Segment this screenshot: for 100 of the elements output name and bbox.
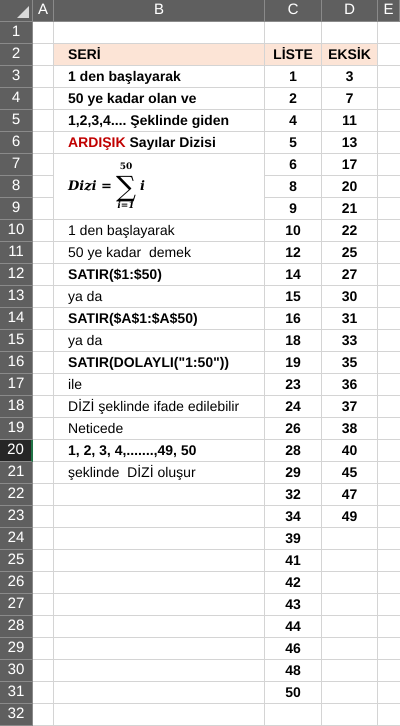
row-header[interactable]: 15	[0, 330, 33, 352]
row-header[interactable]: 14	[0, 308, 33, 330]
header-cell: LİSTE	[265, 44, 322, 66]
table-cell: 2	[265, 88, 322, 110]
row-header[interactable]: 19	[0, 418, 33, 440]
table-cell: 11	[322, 110, 378, 132]
table-cell: 5	[265, 132, 322, 154]
table-cell: 1,2,3,4.... Şeklinde giden	[54, 110, 265, 132]
row-header[interactable]: 31	[0, 682, 33, 704]
table-cell: 7	[322, 88, 378, 110]
table-cell: SATIR($1:$50)	[54, 264, 265, 286]
table-cell: 12	[265, 242, 322, 264]
row-header[interactable]: 22	[0, 484, 33, 506]
table-cell: DİZİ şeklinde ifade edilebilir	[54, 396, 265, 418]
table-cell: 13	[322, 132, 378, 154]
table-cell: 50 ye kadar demek	[54, 242, 265, 264]
column-header[interactable]: E	[378, 0, 400, 22]
table-cell: 28	[265, 440, 322, 462]
row-header[interactable]: 17	[0, 374, 33, 396]
row-header[interactable]: 27	[0, 594, 33, 616]
table-cell: 33	[322, 330, 378, 352]
table-cell: 37	[322, 396, 378, 418]
table-cell: ya da	[54, 286, 265, 308]
table-cell: 18	[265, 330, 322, 352]
select-all-corner[interactable]	[0, 0, 33, 22]
row-header[interactable]: 25	[0, 550, 33, 572]
row-header[interactable]: 30	[0, 660, 33, 682]
row-header[interactable]: 29	[0, 638, 33, 660]
column-header[interactable]: D	[322, 0, 378, 22]
table-cell: 1 den başlayarak	[54, 66, 265, 88]
row-header[interactable]: 10	[0, 220, 33, 242]
row-header[interactable]: 8	[0, 176, 33, 198]
row-header[interactable]: 5	[0, 110, 33, 132]
table-cell: 22	[322, 220, 378, 242]
table-cell: 38	[322, 418, 378, 440]
corner-triangle-icon	[17, 6, 29, 18]
row-header[interactable]: 4	[0, 88, 33, 110]
table-cell: 30	[322, 286, 378, 308]
table-cell: 17	[322, 154, 378, 176]
row-header[interactable]: 13	[0, 286, 33, 308]
table-cell: 10	[265, 220, 322, 242]
table-cell: 45	[322, 462, 378, 484]
row-header[interactable]: 32	[0, 704, 33, 726]
row-header[interactable]: 2	[0, 44, 33, 66]
table-cell: 20	[322, 176, 378, 198]
table-cell: şeklinde DİZİ oluşur	[54, 462, 265, 484]
header-cell: SERİ	[54, 44, 265, 66]
table-cell: 50	[265, 682, 322, 704]
table-cell: 35	[322, 352, 378, 374]
table-cell: 3	[322, 66, 378, 88]
table-cell: 48	[265, 660, 322, 682]
row-header[interactable]: 26	[0, 572, 33, 594]
table-cell: Neticede	[54, 418, 265, 440]
row-header[interactable]: 28	[0, 616, 33, 638]
table-cell: 1, 2, 3, 4,.......,49, 50	[54, 440, 265, 462]
table-cell: 1	[265, 66, 322, 88]
table-cell: 43	[265, 594, 322, 616]
row-header[interactable]: 3	[0, 66, 33, 88]
table-cell: 44	[265, 616, 322, 638]
header-cell: EKSİK	[322, 44, 378, 66]
table-cell: 24	[265, 396, 322, 418]
table-cell: 16	[265, 308, 322, 330]
row-header[interactable]: 11	[0, 242, 33, 264]
row-header[interactable]: 7	[0, 154, 33, 176]
row-header[interactable]: 1	[0, 22, 33, 44]
table-cell: 27	[322, 264, 378, 286]
table-cell: 14	[265, 264, 322, 286]
table-cell: 6	[265, 154, 322, 176]
table-cell: 9	[265, 198, 322, 220]
table-cell: 34	[265, 506, 322, 528]
row-header[interactable]: 9	[0, 198, 33, 220]
table-cell: 8	[265, 176, 322, 198]
table-cell: 49	[322, 506, 378, 528]
column-header[interactable]: C	[265, 0, 322, 22]
column-header[interactable]: B	[54, 0, 265, 22]
table-cell: 41	[265, 550, 322, 572]
table-cell: 4	[265, 110, 322, 132]
table-cell: 32	[265, 484, 322, 506]
sum-formula: Dizi = 50 ∑ i=1 i	[54, 154, 265, 220]
table-cell: 47	[322, 484, 378, 506]
table-cell: 25	[322, 242, 378, 264]
row-header[interactable]: 23	[0, 506, 33, 528]
table-cell: 21	[322, 198, 378, 220]
row-header[interactable]: 12	[0, 264, 33, 286]
row-header[interactable]: 6	[0, 132, 33, 154]
column-header[interactable]: A	[33, 0, 54, 22]
table-cell: 46	[265, 638, 322, 660]
table-cell: SATIR(DOLAYLI("1:50"))	[54, 352, 265, 374]
table-cell: 23	[265, 374, 322, 396]
table-cell: ARDIŞIK Sayılar Dizisi	[54, 132, 265, 154]
row-header[interactable]: 16	[0, 352, 33, 374]
row-header[interactable]: 20	[0, 440, 33, 462]
table-cell: SATIR($A$1:$A$50)	[54, 308, 265, 330]
table-cell: 36	[322, 374, 378, 396]
row-header[interactable]: 24	[0, 528, 33, 550]
row-header[interactable]: 18	[0, 396, 33, 418]
table-cell: 50 ye kadar olan ve	[54, 88, 265, 110]
table-cell: 15	[265, 286, 322, 308]
row-header[interactable]: 21	[0, 462, 33, 484]
table-cell: 40	[322, 440, 378, 462]
